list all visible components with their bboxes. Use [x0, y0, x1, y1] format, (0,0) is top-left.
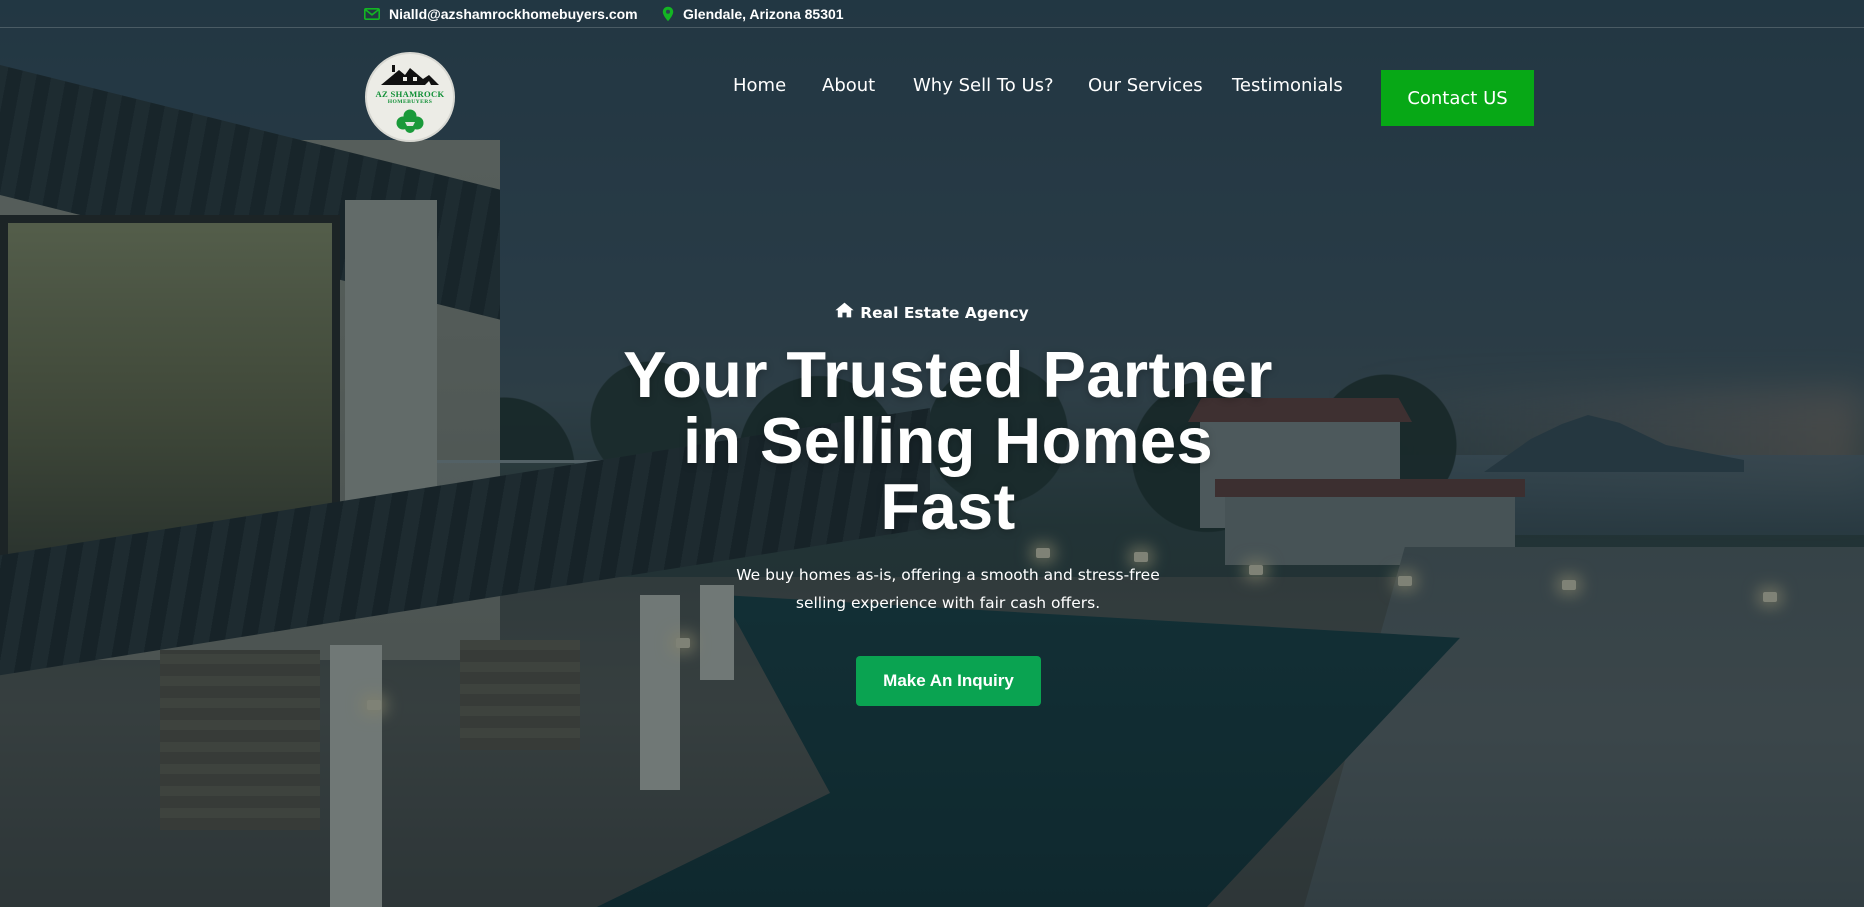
headline-line-3: Fast [880, 470, 1016, 543]
logo-subtitle: HOMEBUYERS [387, 99, 433, 105]
hero-subtext: We buy homes as-is, offering a smooth an… [736, 566, 1160, 612]
shamrock-icon [396, 109, 424, 133]
location-text: Glendale, Arizona 85301 [683, 6, 844, 22]
nav-item-about[interactable]: About [822, 74, 875, 98]
email-text: Nialld@azshamrockhomebuyers.com [389, 6, 638, 22]
nav-item-why-sell[interactable]: Why Sell To Us? [913, 74, 1054, 98]
hero-eyebrow: Real Estate Agency [0, 302, 1864, 323]
email-contact[interactable]: Nialld@azshamrockhomebuyers.com [364, 5, 638, 23]
top-info-bar: Nialld@azshamrockhomebuyers.com Glendale… [0, 0, 1864, 28]
contact-us-button[interactable]: Contact US [1381, 70, 1534, 126]
house-logo-icon [381, 65, 439, 85]
site-logo[interactable]: AZ SHAMROCK HOMEBUYERS [365, 52, 455, 142]
map-pin-icon [662, 6, 674, 22]
headline-line-2: in Selling Homes [682, 404, 1214, 477]
headline-line-1: Your Trusted Partner [623, 338, 1273, 411]
eyebrow-text: Real Estate Agency [860, 303, 1029, 322]
nav-item-home[interactable]: Home [733, 74, 786, 98]
nav-item-testimonials[interactable]: Testimonials [1232, 74, 1343, 98]
logo-name: AZ SHAMROCK [375, 89, 445, 99]
home-icon [835, 302, 854, 323]
make-an-inquiry-button[interactable]: Make An Inquiry [856, 656, 1041, 706]
nav-item-our-services[interactable]: Our Services [1088, 74, 1203, 98]
envelope-icon [364, 8, 380, 20]
location-info: Glendale, Arizona 85301 [662, 5, 844, 23]
hero-headline: Your Trusted Partner in Selling Homes Fa… [582, 342, 1314, 540]
